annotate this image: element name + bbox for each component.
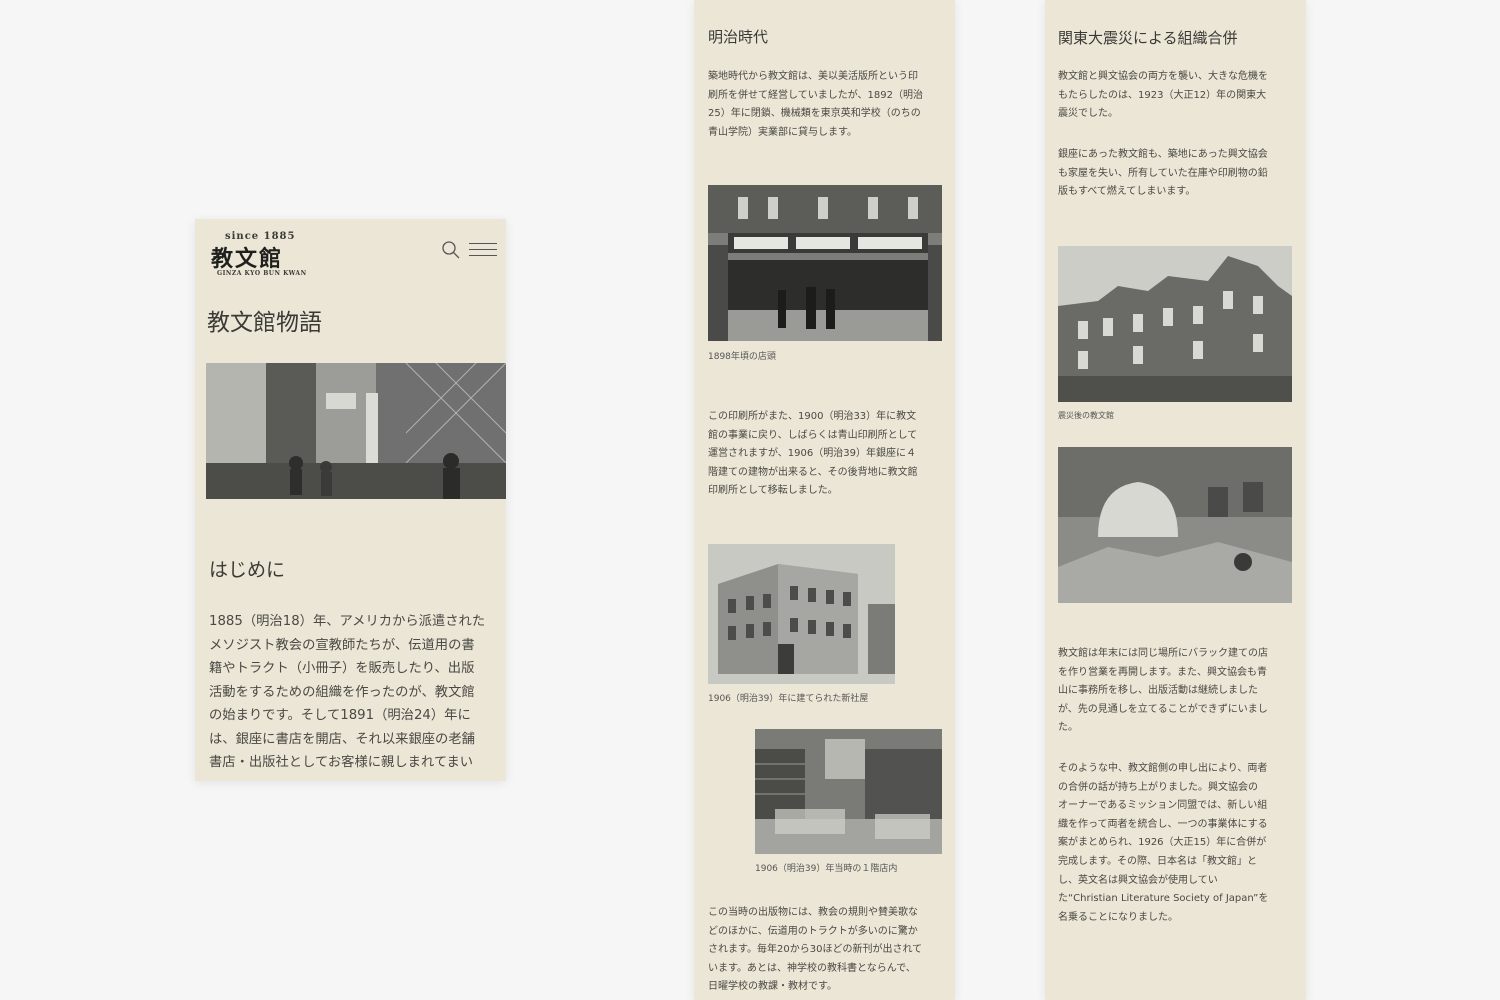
- hamburger-menu-icon[interactable]: [469, 241, 497, 257]
- text-line: 籍やトラクト（小冊子）を販売したり、出版: [209, 661, 475, 676]
- meiji-paragraph-3: この当時の出版物には、教会の規則や賛美歌な どのほかに、伝道用のトラクトが多いのに…: [708, 907, 923, 993]
- new-building-1906-photo: [708, 544, 895, 684]
- logo-subtitle: GINZA KYO BUN KWAN: [217, 270, 307, 277]
- section-heading: 明治時代: [708, 28, 769, 46]
- photo-caption: 震災後の教文館: [1058, 411, 1114, 420]
- photo-caption: 1906（明治39）年に建てられた新社屋: [708, 694, 869, 704]
- kanto-paragraph-1: 教文館と興文協会の両方を襲い、大きな危機を もたらしたのは、1923（大正12）年…: [1058, 71, 1268, 120]
- photo-caption: 1898年頃の店頭: [708, 352, 776, 362]
- kanto-paragraph-4: そのような中、教文館側の申し出により、両者 の合併の話が持ち上がりました。興文協会…: [1058, 763, 1269, 923]
- mobile-page-panel: since 1885 教文館 GINZA KYO BUN KWAN 教文館物語 …: [195, 219, 506, 781]
- text-line: 1885（明治18）年、アメリカから派遣された: [209, 614, 486, 629]
- rubble-ruins-photo: [1058, 447, 1292, 603]
- text-line: は、銀座に書店を開店、それ以来銀座の老舗: [209, 731, 475, 747]
- hero-street-photo: [206, 363, 506, 499]
- photo-caption: 1906（明治39）年当時の１階店内: [755, 864, 898, 874]
- meiji-era-panel: 明治時代 築地時代から教文館は、美以美活版所という印 刷所を併せて経営していました…: [694, 0, 955, 1000]
- text-line: 活動をするための組織を作ったのが、教文館: [209, 684, 475, 700]
- kanto-earthquake-panel: 関東大震災による組織合併 教文館と興文協会の両方を襲い、大きな危機を もたらしたの…: [1045, 0, 1306, 1000]
- section-title: はじめに: [209, 559, 286, 581]
- meiji-paragraph-1: 築地時代から教文館は、美以美活版所という印 刷所を併せて経営していましたが、189…: [708, 71, 923, 138]
- text-line: の始まりです。そして1891（明治24）年に: [209, 708, 471, 723]
- text-line: 書店・出版社としてお客様に親しまれてまい: [209, 755, 474, 770]
- kanto-paragraph-2: 銀座にあった教文館も、築地にあった興文協会 も家屋を失い、所有していた在庫や印刷物…: [1058, 149, 1268, 198]
- logo[interactable]: 教文館: [211, 241, 283, 273]
- intro-text: 1885（明治18）年、アメリカから派遣された メソジスト教会の宣教師たちが、伝…: [209, 610, 499, 775]
- store-interior-1906-photo: [755, 729, 942, 854]
- ruins-after-earthquake-photo: [1058, 246, 1292, 402]
- page-title: 教文館物語: [207, 310, 322, 336]
- meiji-paragraph-2: この印刷所がまた、1900（明治33）年に教文 館の事業に戻り、しばらくは青山印刷…: [708, 411, 918, 497]
- kanto-paragraph-3: 教文館は年末には同じ場所にバラック建ての店 を作り営業を再開します。また、興文協会…: [1058, 648, 1268, 734]
- search-icon[interactable]: [441, 240, 461, 260]
- storefront-1898-photo: [708, 185, 942, 341]
- section-heading: 関東大震災による組織合併: [1058, 29, 1238, 47]
- text-line: メソジスト教会の宣教師たちが、伝道用の書: [209, 637, 475, 653]
